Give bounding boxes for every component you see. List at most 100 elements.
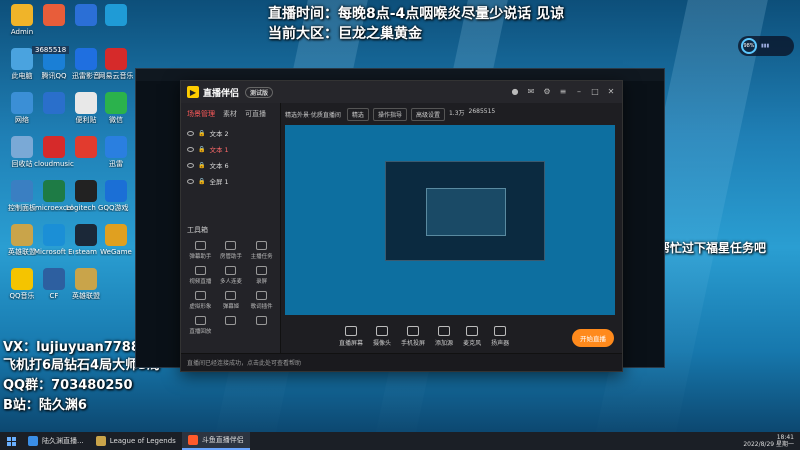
source-label: 文本 6	[209, 162, 229, 170]
stream-preview[interactable]	[285, 125, 615, 315]
tool-label: 歌词插件	[250, 304, 273, 310]
tool-icon	[256, 266, 268, 275]
bottom-tool-icon	[494, 325, 507, 336]
desktop-icon[interactable]: QQ游戏	[96, 180, 136, 212]
bottom-tool[interactable]: 直播屏幕	[339, 325, 364, 347]
bottom-tool[interactable]: 麦克风	[463, 325, 481, 347]
toolbox-item[interactable]: 多人连麦	[216, 266, 247, 285]
toolbox-item[interactable]: 录屏	[246, 266, 277, 285]
scene-tab[interactable]: 可直播	[245, 109, 266, 119]
tool-label: 录屏	[256, 279, 268, 285]
go-live-button[interactable]: 开始直播	[572, 329, 614, 347]
bottom-tool-label: 扬声器	[491, 339, 510, 347]
app-titlebar: ▶ 直播伴侣 测试版 ● ✉ ⚙ ≡ – □ ✕	[181, 81, 622, 103]
desktop-icon[interactable]	[96, 4, 136, 28]
taskbar-app-icon	[187, 435, 198, 445]
source-item[interactable]: 🔒 文本 6	[181, 157, 280, 173]
bottom-tool[interactable]: 扬声器	[491, 325, 510, 347]
desktop-icon[interactable]: 微信	[96, 92, 136, 124]
status-bar: 直播间已经连接成功，点击此处可查看帮助	[181, 353, 622, 371]
toolbox-item[interactable]: 直播回放	[185, 316, 216, 335]
left-panel: 场景管理 素材 可直播 🔒 文本 2 🔒 文本 1 🔒 文本 6 🔒 全屏 1 工具箱 弹幕助手 房…	[181, 103, 281, 371]
toolbox-item[interactable]: 弹幕姬	[216, 291, 247, 310]
perf-bars: ▮▮▮	[761, 43, 770, 49]
app-icon	[105, 180, 127, 202]
preview-stat: 1.3万	[448, 109, 465, 117]
app-icon	[11, 92, 33, 114]
visibility-icon[interactable]	[187, 178, 194, 184]
toolbox-item[interactable]: 弹幕助手	[185, 241, 216, 260]
source-item[interactable]: 🔒 文本 2	[181, 125, 280, 141]
preview-chip[interactable]: 操作指导	[372, 107, 407, 121]
preview-chip[interactable]: 高级设置	[410, 107, 445, 121]
bottom-tool[interactable]: 手机投屏	[401, 325, 425, 347]
scene-tab[interactable]: 场景管理	[187, 109, 215, 119]
app-icon	[43, 180, 65, 202]
taskbar-item[interactable]: League of Legends	[90, 432, 182, 450]
tool-icon	[256, 241, 268, 250]
preview-title: 精选外景·优质直播间	[285, 111, 341, 119]
source-item[interactable]: 🔒 全屏 1	[181, 173, 280, 189]
lock-icon[interactable]: 🔒	[198, 130, 205, 137]
toolbox-item[interactable]: 虚拟形象	[185, 291, 216, 310]
minimize-icon[interactable]: –	[574, 87, 584, 97]
overlay-side-note: 帮忙过下福星任务吧	[658, 241, 767, 255]
source-label: 文本 2	[209, 130, 229, 138]
taskbar-item[interactable]: 斗鱼直播伴侣	[181, 432, 250, 450]
bottom-tool-label: 直播屏幕	[339, 339, 364, 347]
desktop-icon-label: Admin	[10, 28, 34, 36]
desktop-icon-label: 迅雷	[109, 160, 123, 168]
app-icon	[75, 4, 97, 26]
lock-icon[interactable]: 🔒	[198, 162, 205, 169]
desktop-badge-number: 3685518	[32, 46, 70, 54]
source-item[interactable]: 🔒 文本 1	[181, 141, 280, 157]
desktop-icon[interactable]: WeGame	[96, 224, 136, 256]
visibility-icon[interactable]	[187, 130, 194, 136]
app-version-badge: 测试版	[245, 86, 274, 98]
scene-tab[interactable]: 素材	[223, 109, 237, 119]
app-icon	[75, 224, 97, 246]
desktop-icon[interactable]: 迅雷	[96, 136, 136, 168]
preview-chip[interactable]: 精选	[346, 107, 369, 121]
visibility-icon[interactable]	[187, 146, 194, 152]
toolbox-item[interactable]	[246, 316, 277, 335]
toolbox-item[interactable]: 房管助手	[216, 241, 247, 260]
taskbar: 陆久渊直播... League of Legends 斗鱼直播伴侣 18:41 20…	[0, 432, 800, 450]
nested-preview	[385, 161, 545, 261]
app-icon	[75, 136, 97, 158]
tool-label: 虚拟形象	[189, 304, 212, 310]
message-icon[interactable]: ✉	[526, 87, 536, 97]
start-button[interactable]	[0, 432, 22, 450]
clock[interactable]: 18:41 2022/8/29 星期一	[743, 434, 800, 448]
desktop-icon-label: 网络	[15, 116, 29, 124]
desktop-icon[interactable]: 英雄联盟	[66, 268, 106, 300]
toolbox-item[interactable]	[216, 316, 247, 335]
desktop-icon[interactable]: 网易云音乐	[96, 48, 136, 80]
tool-label: 视频直播	[189, 279, 212, 285]
menu-icon[interactable]: ≡	[558, 87, 568, 97]
close-icon[interactable]: ✕	[606, 87, 616, 97]
lock-icon[interactable]: 🔒	[198, 178, 205, 185]
taskbar-item[interactable]: 陆久渊直播...	[22, 432, 90, 450]
toolbox-item[interactable]: 视频直播	[185, 266, 216, 285]
toolbox-item[interactable]: 主播任务	[246, 241, 277, 260]
avatar[interactable]: ●	[510, 87, 520, 97]
app-icon	[105, 4, 127, 26]
taskbar-item-label: League of Legends	[109, 437, 176, 445]
taskbar-item-label: 斗鱼直播伴侣	[201, 436, 244, 444]
live-companion-window[interactable]: ▶ 直播伴侣 测试版 ● ✉ ⚙ ≡ – □ ✕ 场景管理 素材 可直播 🔒 文本 2…	[180, 80, 623, 372]
overlay-vx: VX：lujiuyuan7788	[3, 340, 140, 355]
tool-icon	[225, 316, 237, 325]
maximize-icon[interactable]: □	[590, 87, 600, 97]
taskbar-item-label: 陆久渊直播...	[42, 437, 84, 445]
desktop-icon-label: QQ游戏	[103, 204, 129, 212]
bottom-tool-icon	[438, 325, 451, 336]
toolbox-item[interactable]: 歌词插件	[246, 291, 277, 310]
visibility-icon[interactable]	[187, 162, 194, 168]
lock-icon[interactable]: 🔒	[198, 146, 205, 153]
app-icon	[43, 224, 65, 246]
bottom-tool[interactable]: 摄像头	[373, 325, 391, 347]
settings-icon[interactable]: ⚙	[542, 87, 552, 97]
app-icon	[75, 180, 97, 202]
bottom-tool[interactable]: 添加源	[435, 325, 453, 347]
